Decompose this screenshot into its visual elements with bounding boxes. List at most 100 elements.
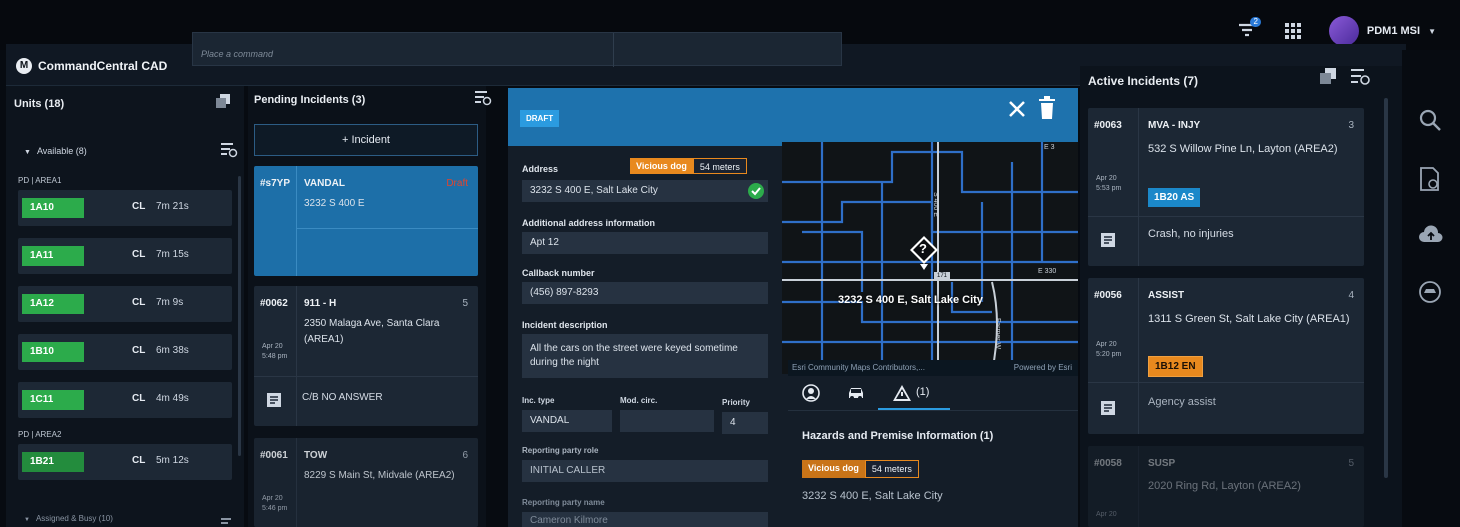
unit-chip: 1B21	[22, 452, 84, 472]
incident-description-input[interactable]: All the cars on the street were keyed so…	[522, 334, 768, 378]
cloud-upload-icon[interactable]	[1418, 224, 1444, 250]
unit-chip: 1B10	[22, 342, 84, 362]
esri-attribution: Esri Community Maps Contributors,...	[792, 363, 925, 372]
incident-note: Crash, no injuries	[1148, 228, 1234, 240]
active-pin-icon[interactable]	[1320, 68, 1336, 84]
unit-row[interactable]: 1A10 CL 7m 21s	[18, 190, 232, 226]
vehicle-circle-icon[interactable]	[1418, 280, 1444, 306]
close-icon[interactable]	[1006, 98, 1028, 120]
incident-note: C/B NO ANSWER	[302, 392, 383, 403]
active-incident-card[interactable]: #0058 SUSP 5 2020 Ring Rd, Layton (AREA2…	[1088, 446, 1364, 527]
rp-name-label: Reporting party name	[522, 498, 605, 507]
pending-incident-card[interactable]: #0062 911 - H 5 2350 Malaga Ave, Santa C…	[254, 286, 478, 426]
incident-priority: 4	[1348, 290, 1354, 301]
hazard-tab-count: (1)	[916, 386, 930, 398]
filter-notifications-icon[interactable]: 2	[1237, 17, 1261, 41]
incident-map[interactable]: S 400 E E 330 E 3 Farmer W 171 ? 3232 S …	[782, 142, 1078, 374]
unit-row[interactable]: 1A11 CL 7m 15s	[18, 238, 232, 274]
collapse-icon: ▼	[24, 149, 31, 156]
unit-row[interactable]: 1B10 CL 6m 38s	[18, 334, 232, 370]
pending-incident-card[interactable]: #s7YP VANDAL Draft 3232 S 400 E	[254, 166, 478, 276]
incident-priority: 5	[462, 298, 468, 309]
inc-type-label: Inc. type	[522, 396, 555, 405]
route-shield: 171	[934, 272, 951, 280]
warning-icon	[893, 385, 911, 401]
unit-row[interactable]: 1A12 CL 7m 9s	[18, 286, 232, 322]
trash-icon[interactable]	[1036, 96, 1058, 120]
command-input-divider	[613, 33, 614, 67]
hazard-pin-icon[interactable]: ?	[908, 234, 940, 272]
hazard-tab[interactable]: (1)	[892, 384, 952, 402]
additional-address-input[interactable]: Apt 12	[522, 232, 768, 254]
map-pin-address: 3232 S 400 E, Salt Lake City	[838, 294, 983, 306]
active-filter-icon[interactable]	[1350, 68, 1370, 86]
additional-address-label: Additional address information	[522, 218, 656, 228]
hazard-name: Vicious dog	[802, 460, 865, 478]
hazard-info-badge: Vicious dog 54 meters	[802, 460, 919, 478]
mod-circ-input[interactable]	[620, 410, 714, 432]
draft-flag: Draft	[446, 178, 468, 189]
user-menu[interactable]: PDM1 MSI ▼	[1328, 16, 1436, 46]
app-logo: M CommandCentral CAD	[16, 58, 167, 74]
group-area1-label: PD | AREA1	[18, 176, 62, 185]
active-scrollbar[interactable]	[1384, 98, 1388, 478]
priority-label: Priority	[722, 398, 751, 407]
search-icon[interactable]	[1418, 108, 1444, 134]
assigned-group-toggle[interactable]: ▼ Assigned & Busy (10)	[24, 514, 113, 523]
callback-input[interactable]: (456) 897-8293	[522, 282, 768, 304]
cad-app: 2 PDM1 MSI ▼ M CommandCentral CAD Place …	[0, 0, 1460, 527]
assigned-filter-icon[interactable]	[220, 514, 234, 524]
incident-date-time: 5:20 pm	[1096, 351, 1122, 358]
unit-time: 7m 15s	[156, 249, 189, 260]
pending-filter-icon[interactable]	[474, 90, 492, 106]
address-input[interactable]: 3232 S 400 E, Salt Lake City	[522, 180, 768, 202]
available-group-toggle[interactable]: ▼ Available (8)	[24, 146, 87, 156]
map-tabs: (1)	[788, 378, 1078, 410]
pending-incidents-panel: Pending Incidents (3) + Incident #s7YP V…	[248, 86, 492, 527]
incident-id: #0061	[260, 450, 288, 461]
person-icon[interactable]	[802, 384, 822, 402]
unit-row[interactable]: 1C11 CL 4m 49s	[18, 382, 232, 418]
verified-check-icon	[748, 183, 764, 199]
active-incident-card[interactable]: #0056 ASSIST 4 1311 S Green St, Salt Lak…	[1088, 278, 1364, 434]
card-divider	[1088, 216, 1364, 217]
powered-by-esri: Powered by Esri	[1013, 363, 1072, 372]
active-incident-card[interactable]: #0063 MVA - INJY 3 532 S Willow Pine Ln,…	[1088, 108, 1364, 266]
pending-incident-card[interactable]: #0061 TOW 6 8229 S Main St, Midvale (ARE…	[254, 438, 478, 527]
right-sidebar	[1402, 50, 1460, 527]
add-incident-button[interactable]: + Incident	[254, 124, 478, 156]
unit-row[interactable]: 1B21 CL 5m 12s	[18, 444, 232, 480]
incident-address: 2020 Ring Rd, Layton (AREA2)	[1148, 480, 1301, 492]
hazards-info-title: Hazards and Premise Information (1)	[802, 430, 994, 442]
incident-address: 1311 S Green St, Salt Lake City (AREA1)	[1148, 313, 1350, 325]
priority-input[interactable]: 4	[722, 412, 768, 434]
unit-time: 7m 9s	[156, 297, 184, 308]
incident-address: 3232 S 400 E	[304, 198, 365, 209]
rp-role-input[interactable]: INITIAL CALLER	[522, 460, 768, 482]
units-scrollbar[interactable]	[238, 176, 241, 456]
units-pin-icon[interactable]	[216, 94, 230, 108]
unit-time: 7m 21s	[156, 201, 189, 212]
assigned-unit-badge[interactable]: 1B12 EN	[1148, 356, 1203, 377]
app-title: CommandCentral CAD	[38, 59, 168, 73]
inc-type-input[interactable]: VANDAL	[522, 410, 612, 432]
incident-type: SUSP	[1148, 458, 1176, 469]
app-grid-icon[interactable]	[1283, 21, 1303, 41]
incident-id: #0062	[260, 298, 288, 309]
units-filter-icon[interactable]	[220, 142, 238, 158]
assigned-unit-badge[interactable]: 1B20 AS	[1148, 188, 1201, 207]
unit-chip: 1A10	[22, 198, 84, 218]
card-divider	[1138, 278, 1139, 434]
command-input[interactable]: Place a command	[192, 32, 842, 67]
hazard-name: Vicious dog	[630, 158, 693, 174]
rp-name-input[interactable]: Cameron Kilmore	[522, 512, 768, 527]
units-header: Units (18)	[14, 98, 65, 110]
draft-incident-panel: DRAFT Address Vicious dog 54 meters 3232…	[508, 88, 1078, 527]
vehicle-icon[interactable]	[846, 384, 866, 402]
available-label: Available (8)	[36, 146, 87, 156]
incident-document-icon[interactable]	[1418, 166, 1444, 192]
unit-time: 5m 12s	[156, 455, 189, 466]
incident-priority: 5	[1348, 458, 1354, 469]
unit-status: CL	[132, 393, 146, 404]
active-header: Active Incidents (7)	[1088, 74, 1199, 88]
